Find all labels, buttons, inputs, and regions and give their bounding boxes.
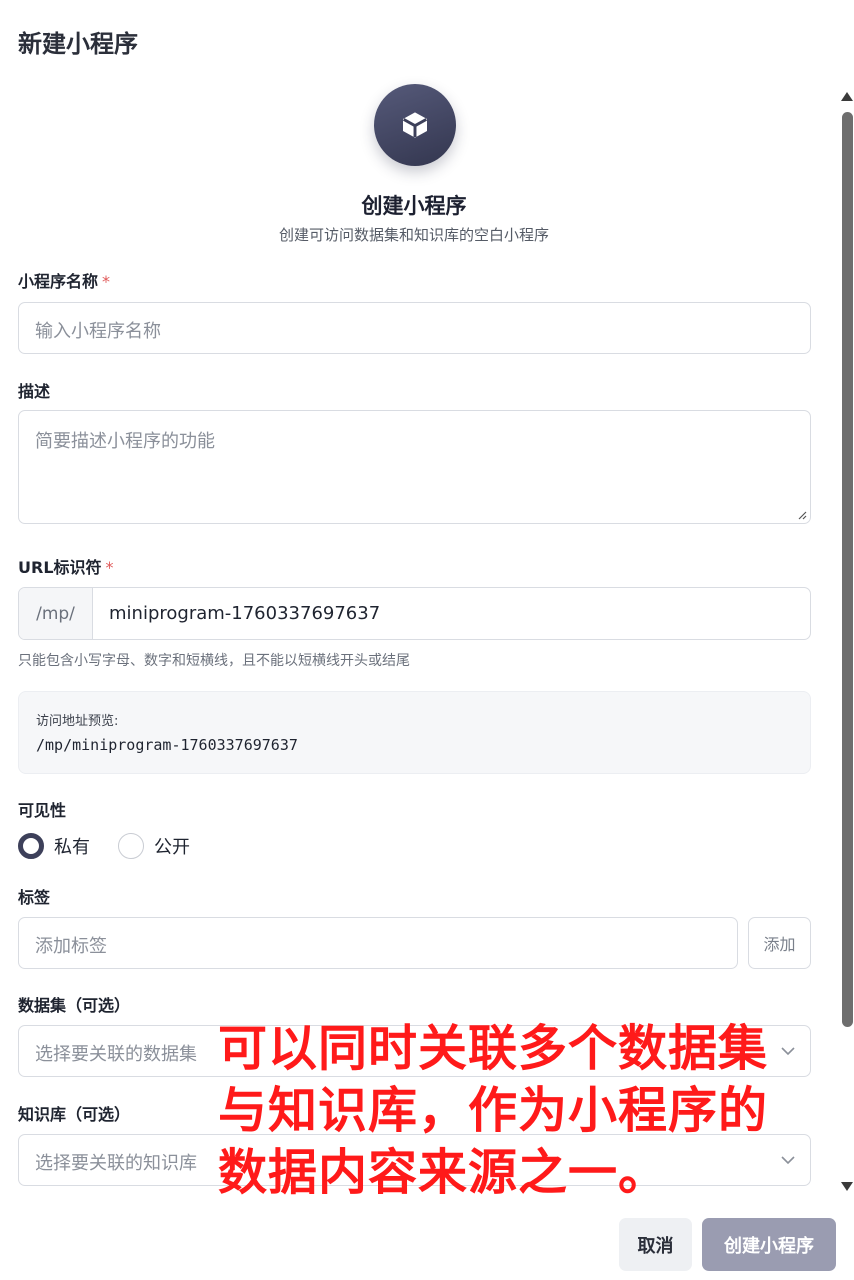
url-input-group: /mp/ miniprogram-1760337697637 [18,587,811,640]
add-tag-button[interactable]: 添加 [748,917,811,969]
name-label: 小程序名称 * [18,268,110,292]
preview-label: 访问地址预览: [36,714,119,729]
knowledge-placeholder: 选择要关联的知识库 [35,1153,197,1174]
scrollbar-thumb[interactable] [842,112,853,1027]
tags-input[interactable]: 添加标签 [18,917,738,969]
annotation-line: 可以同时关联多个数据集 [218,1020,769,1077]
radio-public-label[interactable]: 公开 [154,833,190,859]
create-button[interactable]: 创建小程序 [702,1218,836,1271]
tags-placeholder: 添加标签 [35,936,107,957]
description-placeholder: 简要描述小程序的功能 [35,431,215,452]
name-label-text: 小程序名称 [18,272,99,291]
radio-private-label[interactable]: 私有 [54,833,90,859]
name-input[interactable]: 输入小程序名称 [18,302,811,354]
scroll-up-arrow-icon[interactable] [841,92,853,101]
visibility-radio-group: 私有 公开 [18,832,218,860]
name-placeholder: 输入小程序名称 [35,321,161,342]
url-input[interactable]: miniprogram-1760337697637 [93,588,810,639]
url-label: URL标识符 * [18,554,114,578]
visibility-label: 可见性 [18,801,67,820]
scroll-down-arrow-icon[interactable] [841,1182,853,1191]
description-label: 描述 [18,382,51,401]
annotation-line: 数据内容来源之一。 [218,1144,669,1201]
resize-grip-icon[interactable] [797,510,807,520]
url-label-text: URL标识符 [18,558,102,577]
url-preview: 访问地址预览: /mp/miniprogram-1760337697637 [18,691,811,774]
preview-url: /mp/miniprogram-1760337697637 [36,736,298,754]
dialog-title: 新建小程序 [18,30,138,58]
annotation-line: 与知识库，作为小程序的 [218,1082,769,1139]
url-prefix: /mp/ [19,588,93,639]
url-hint: 只能包含小写字母、数字和短横线，且不能以短横线开头或结尾 [18,653,410,669]
annotation-overlay: 可以同时关联多个数据集 与知识库，作为小程序的 数据内容来源之一。 [218,1018,818,1204]
cube-icon [374,84,456,166]
hero-subtitle: 创建可访问数据集和知识库的空白小程序 [278,226,549,244]
required-mark: * [102,272,111,291]
hero-title: 创建小程序 [361,194,467,218]
knowledge-label: 知识库（可选） [18,1105,131,1124]
datasets-label: 数据集（可选） [18,996,131,1015]
tags-label: 标签 [18,888,51,907]
required-mark: * [105,558,114,577]
radio-private[interactable] [18,833,44,859]
radio-public[interactable] [118,833,144,859]
datasets-placeholder: 选择要关联的数据集 [35,1044,197,1065]
description-textarea[interactable]: 简要描述小程序的功能 [18,410,811,524]
cancel-button[interactable]: 取消 [619,1218,692,1271]
